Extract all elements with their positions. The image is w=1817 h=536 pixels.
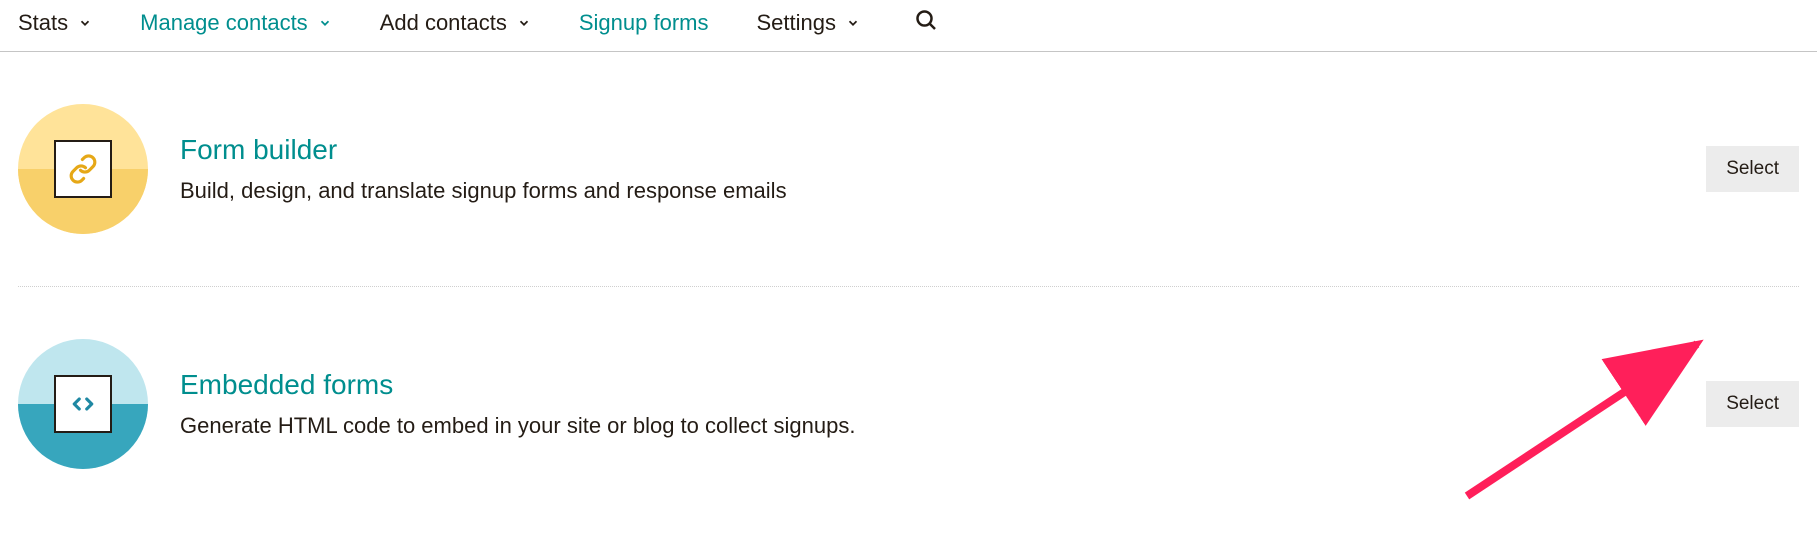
search-icon bbox=[914, 8, 938, 32]
nav-label: Stats bbox=[18, 10, 68, 36]
card-form-builder: Form builder Build, design, and translat… bbox=[18, 52, 1799, 286]
link-icon bbox=[68, 154, 98, 184]
card-text: Embedded forms Generate HTML code to emb… bbox=[180, 369, 1674, 439]
card-description: Build, design, and translate signup form… bbox=[180, 178, 1674, 204]
nav-item-manage-contacts[interactable]: Manage contacts bbox=[140, 10, 332, 36]
search-button[interactable] bbox=[914, 8, 938, 37]
card-text: Form builder Build, design, and translat… bbox=[180, 134, 1674, 204]
card-title[interactable]: Embedded forms bbox=[180, 369, 1674, 401]
chevron-down-icon bbox=[846, 16, 860, 30]
chevron-down-icon bbox=[517, 16, 531, 30]
content-area: Form builder Build, design, and translat… bbox=[0, 52, 1817, 521]
select-button-form-builder[interactable]: Select bbox=[1706, 146, 1799, 192]
chevron-down-icon bbox=[318, 16, 332, 30]
card-title[interactable]: Form builder bbox=[180, 134, 1674, 166]
card-icon-circle bbox=[18, 339, 148, 469]
card-embedded-forms: Embedded forms Generate HTML code to emb… bbox=[18, 287, 1799, 521]
card-icon-square bbox=[54, 140, 112, 198]
chevron-down-icon bbox=[78, 16, 92, 30]
nav-label: Settings bbox=[757, 10, 837, 36]
nav-item-signup-forms[interactable]: Signup forms bbox=[579, 10, 709, 36]
nav-label: Signup forms bbox=[579, 10, 709, 36]
card-description: Generate HTML code to embed in your site… bbox=[180, 413, 1674, 439]
card-icon-square bbox=[54, 375, 112, 433]
nav-item-add-contacts[interactable]: Add contacts bbox=[380, 10, 531, 36]
nav-item-stats[interactable]: Stats bbox=[18, 10, 92, 36]
select-button-embedded-forms[interactable]: Select bbox=[1706, 381, 1799, 427]
code-icon bbox=[68, 389, 98, 419]
card-icon-circle bbox=[18, 104, 148, 234]
nav-item-settings[interactable]: Settings bbox=[757, 10, 861, 36]
nav-label: Manage contacts bbox=[140, 10, 308, 36]
nav-label: Add contacts bbox=[380, 10, 507, 36]
top-nav: Stats Manage contacts Add contacts Signu… bbox=[0, 0, 1817, 52]
